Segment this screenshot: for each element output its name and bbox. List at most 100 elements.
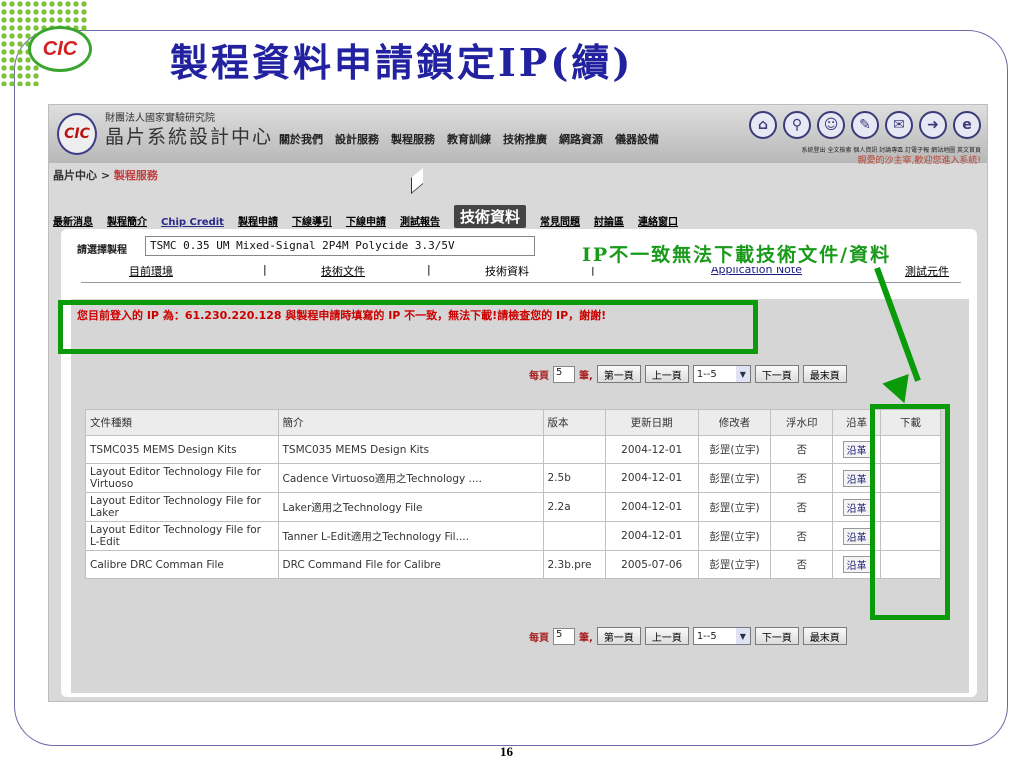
- breadcrumb: 晶片中心 > 製程服務: [53, 167, 158, 183]
- table-row: Layout Editor Technology File for Laker …: [85, 492, 942, 522]
- nav-promotion[interactable]: 技術推廣: [503, 131, 547, 147]
- tab-test-report[interactable]: 測試報告: [400, 213, 440, 228]
- next-page-button[interactable]: 下一頁: [754, 627, 799, 645]
- download-column-highlight-box: [870, 404, 950, 620]
- cell-version: 2.2a: [542, 492, 606, 522]
- header-version: 版本: [542, 409, 606, 436]
- table-row: Layout Editor Technology File for Virtuo…: [85, 463, 942, 493]
- link-icon[interactable]: ➜: [919, 111, 947, 139]
- per-page-input[interactable]: 5: [553, 627, 575, 645]
- page-range-select[interactable]: 1--5 ▼: [692, 365, 751, 383]
- tabs-bar: 最新消息 製程簡介 Chip Credit 製程申請 下線導引 下線申請 測試報…: [49, 201, 987, 228]
- nav-training[interactable]: 教育訓練: [447, 131, 491, 147]
- site-name: 晶片系統設計中心: [105, 126, 274, 148]
- table-row: TSMC035 MEMS Design Kits TSMC035 MEMS De…: [85, 435, 942, 464]
- history-link[interactable]: 沿革: [842, 527, 871, 545]
- subnav-environment[interactable]: 目前環境: [129, 263, 173, 279]
- cell-description: Tanner L-Edit適用之Technology Fil....: [277, 521, 544, 551]
- cell-description: TSMC035 MEMS Design Kits: [277, 435, 544, 464]
- table-row: Calibre DRC Comman File DRC Command File…: [85, 550, 942, 579]
- next-page-button[interactable]: 下一頁: [754, 365, 799, 383]
- cell-watermark: 否: [770, 435, 834, 464]
- tab-contact[interactable]: 連絡窗口: [638, 213, 678, 228]
- cell-doc-type: TSMC035 MEMS Design Kits: [85, 435, 279, 464]
- tab-forum[interactable]: 討論區: [594, 213, 624, 228]
- cell-editor: 彭罡(立宇): [697, 463, 772, 493]
- forum-icon[interactable]: ✎: [851, 111, 879, 139]
- nav-equipment[interactable]: 儀器設備: [615, 131, 659, 147]
- per-page-input[interactable]: 5: [553, 365, 575, 383]
- prev-page-button[interactable]: 上一頁: [644, 627, 689, 645]
- subnav-tech-data[interactable]: 技術資料: [485, 263, 529, 279]
- per-page-label: 每頁: [529, 632, 549, 644]
- cell-updated: 2004-12-01: [604, 435, 699, 464]
- table-row: Layout Editor Technology File for L-Edit…: [85, 521, 942, 551]
- tab-tech-data[interactable]: 技術資料: [453, 205, 526, 228]
- home-icon[interactable]: ⌂: [749, 111, 777, 139]
- cell-updated: 2004-12-01: [604, 521, 699, 551]
- header-editor: 修改者: [697, 409, 772, 436]
- tab-news[interactable]: 最新消息: [53, 213, 93, 228]
- tab-process-intro[interactable]: 製程簡介: [107, 213, 147, 228]
- prev-page-button[interactable]: 上一頁: [644, 365, 689, 383]
- cell-version: 2.3b.pre: [542, 550, 606, 579]
- nav-design[interactable]: 設計服務: [335, 131, 379, 147]
- mail-icon[interactable]: ✉: [885, 111, 913, 139]
- cell-editor: 彭罡(立宇): [697, 492, 772, 522]
- welcome-text: 親愛的沙主宰,歡迎您進入系統!: [857, 156, 981, 166]
- nav-process[interactable]: 製程服務: [391, 131, 435, 147]
- history-link[interactable]: 沿革: [842, 556, 871, 573]
- breadcrumb-current[interactable]: 製程服務: [114, 169, 158, 182]
- page-range-value: 1--5: [696, 630, 717, 642]
- first-page-button[interactable]: 第一頁: [596, 627, 641, 645]
- cell-updated: 2005-07-06: [604, 550, 699, 579]
- tab-process-apply[interactable]: 製程申請: [238, 213, 278, 228]
- subnav-separator: |: [263, 263, 267, 276]
- subnav-tech-docs[interactable]: 技術文件: [321, 263, 365, 279]
- website-screenshot: CIC 財團法人國家實驗研究院 晶片系統設計中心 關於我們 設計服務 製程服務 …: [48, 104, 988, 702]
- nav-resources[interactable]: 網路資源: [559, 131, 603, 147]
- site-logo[interactable]: CIC: [57, 113, 97, 155]
- history-link[interactable]: 沿革: [842, 469, 871, 487]
- per-page-label: 每頁: [529, 370, 549, 382]
- history-link[interactable]: 沿革: [842, 441, 871, 458]
- page-range-value: 1--5: [696, 368, 717, 380]
- process-select[interactable]: TSMC 0.35 UM Mixed-Signal 2P4M Polycide …: [145, 236, 535, 256]
- chevron-down-icon: ▼: [735, 366, 750, 382]
- header-doc-type: 文件種類: [85, 409, 279, 436]
- english-icon[interactable]: e: [953, 111, 981, 139]
- cell-version: [542, 435, 606, 464]
- page-range-select[interactable]: 1--5 ▼: [692, 627, 751, 645]
- subnav-test-elements[interactable]: 測試元件: [905, 263, 949, 279]
- header-icons: ⌂ ⚲ ☺ ✎ ✉ ➜ e: [749, 111, 981, 139]
- subnav-separator: |: [427, 263, 431, 276]
- per-page-unit: 筆,: [579, 632, 593, 644]
- cell-doc-type: Layout Editor Technology File for Virtuo…: [85, 463, 279, 493]
- annotation-callout: IP不一致無法下載技術文件/資料: [578, 240, 896, 267]
- tab-tapeout-apply[interactable]: 下線申請: [346, 213, 386, 228]
- cell-description: DRC Command File for Calibre: [277, 550, 544, 579]
- cell-updated: 2004-12-01: [604, 463, 699, 493]
- first-page-button[interactable]: 第一頁: [596, 365, 641, 383]
- tab-tapeout-guide[interactable]: 下線導引: [292, 213, 332, 228]
- documents-table: 文件種類 簡介 版本 更新日期 修改者 浮水印 沿革 下載 TSMC035 ME…: [85, 409, 942, 579]
- chevron-down-icon: ▼: [735, 628, 750, 644]
- cell-watermark: 否: [770, 463, 834, 493]
- tab-chip-credit[interactable]: Chip Credit: [161, 217, 224, 228]
- cell-editor: 彭罡(立宇): [697, 435, 772, 464]
- last-page-button[interactable]: 最末頁: [802, 627, 847, 645]
- header-watermark: 浮水印: [770, 409, 834, 436]
- cell-watermark: 否: [770, 550, 834, 579]
- cell-watermark: 否: [770, 521, 834, 551]
- header-updated: 更新日期: [604, 409, 699, 436]
- search-icon[interactable]: ⚲: [783, 111, 811, 139]
- user-icon[interactable]: ☺: [817, 111, 845, 139]
- history-link[interactable]: 沿革: [842, 498, 871, 516]
- mouse-cursor-icon: [411, 167, 423, 195]
- last-page-button[interactable]: 最末頁: [802, 365, 847, 383]
- breadcrumb-home[interactable]: 晶片中心: [53, 169, 97, 182]
- tab-faq[interactable]: 常見問題: [540, 213, 580, 228]
- pager-top: 每頁 5 筆, 第一頁 上一頁 1--5 ▼ 下一頁 最末頁: [529, 365, 847, 383]
- nav-about[interactable]: 關於我們: [279, 131, 323, 147]
- cell-updated: 2004-12-01: [604, 492, 699, 522]
